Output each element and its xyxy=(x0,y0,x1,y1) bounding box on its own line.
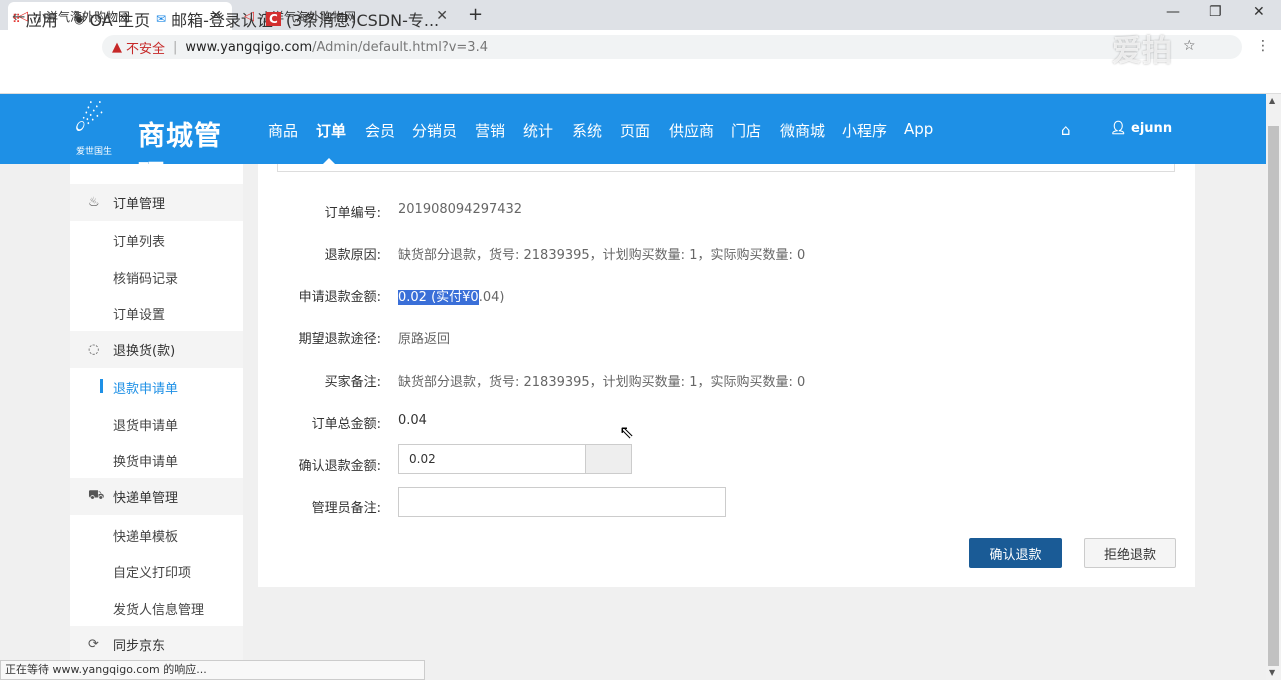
scrollbar-thumb[interactable] xyxy=(1268,126,1279,666)
star-icon[interactable]: ☆ xyxy=(1183,38,1196,54)
globe-icon: ◉ xyxy=(74,12,85,26)
confirm-refund-button[interactable]: 确认退款 xyxy=(969,538,1062,568)
sidebar-item-return-requests[interactable]: 退货申请单 xyxy=(113,415,178,434)
scroll-down-icon[interactable]: ▼ xyxy=(1269,668,1275,677)
amount-addon xyxy=(585,444,632,474)
bookmark-apps[interactable]: ⠿ 应用 xyxy=(12,7,58,31)
nav-orders[interactable]: 订单 xyxy=(316,120,346,141)
sidebar-item-exchange-requests[interactable]: 换货申请单 xyxy=(113,451,178,470)
nav-stores[interactable]: 门店 xyxy=(731,120,761,141)
mail-icon: ✉ xyxy=(156,12,167,26)
bookmark-label: 邮箱-登录认证 xyxy=(171,11,273,30)
watermark: 爱拍 xyxy=(1112,34,1172,69)
selected-text: 0.02 (实付¥0 xyxy=(398,290,479,305)
logo-sub: 爱世国生 xyxy=(76,147,113,157)
security-label: 不安全 xyxy=(126,41,166,57)
sidebar-group-label: 订单管理 xyxy=(113,197,166,212)
sidebar-group-label: 快递单管理 xyxy=(113,491,179,506)
warning-icon: ▲ xyxy=(112,39,122,55)
csdn-icon: C xyxy=(266,12,281,26)
sidebar-group-sync-jd[interactable]: ⟳ 同步京东 xyxy=(70,626,243,663)
active-indicator xyxy=(100,379,103,393)
new-tab-button[interactable]: + xyxy=(468,4,483,25)
bookmark-label: OA-主页 xyxy=(89,11,151,30)
nav-wechat-mall[interactable]: 微商城 xyxy=(780,120,825,141)
address-bar[interactable]: ▲ 不安全 | www.yangqigo.com/Admin/default.h… xyxy=(102,35,1242,59)
minimize-icon[interactable]: — xyxy=(1166,4,1180,20)
apply-amount-value: 0.02 (实付¥0.04) xyxy=(398,286,504,305)
panel-header-edge xyxy=(277,164,1175,172)
reason-value: 缺货部分退款，货号: 21839395，计划购买数量: 1，实际购买数量: 0 xyxy=(398,248,806,263)
divider: | xyxy=(173,39,178,55)
sidebar-item-verify-codes[interactable]: 核销码记录 xyxy=(113,268,178,287)
sidebar-item-custom-print[interactable]: 自定义打印项 xyxy=(113,562,191,581)
url-host: www.yangqigo.com xyxy=(185,39,313,55)
bookmark-csdn[interactable]: C (3条消息)CSDN-专... xyxy=(266,7,439,31)
buyer-note-value: 缺货部分退款，货号: 21839395，计划购买数量: 1，实际购买数量: 0 xyxy=(398,375,806,390)
scroll-up-icon[interactable]: ▲ xyxy=(1269,96,1275,105)
refund-route-label: 期望退款途径: xyxy=(298,332,381,347)
bookmark-label: (3条消息)CSDN-专... xyxy=(285,11,440,30)
refund-route-value: 原路返回 xyxy=(398,332,451,347)
user-menu[interactable]: 👤︎ ejunn xyxy=(1110,121,1172,136)
user-name: ejunn xyxy=(1131,121,1173,136)
buyer-note-label: 买家备注: xyxy=(324,375,381,390)
admin-note-input[interactable] xyxy=(398,487,726,517)
nav-pages[interactable]: 页面 xyxy=(620,120,650,141)
dragon-logo-icon: ☄ xyxy=(74,100,105,140)
nav-stats[interactable]: 统计 xyxy=(523,120,553,141)
total-value: 0.04 xyxy=(398,413,427,428)
bookmark-label: 应用 xyxy=(25,11,58,30)
bookmarks-bar xyxy=(0,64,1281,94)
total-label: 订单总金额: xyxy=(311,417,381,432)
reject-refund-button[interactable]: 拒绝退款 xyxy=(1084,538,1176,568)
apply-amount-label: 申请退款金额: xyxy=(298,290,381,305)
sidebar-group-order-management[interactable]: ♨ 订单管理 xyxy=(70,184,243,221)
reason-label: 退款原因: xyxy=(324,248,381,263)
nav-marketing[interactable]: 营销 xyxy=(475,120,505,141)
sidebar-item-order-settings[interactable]: 订单设置 xyxy=(113,304,165,323)
close-window-icon[interactable]: ✕ xyxy=(1253,4,1265,20)
logo[interactable]: ☄ 商城管理 爱世国生 xyxy=(74,100,244,191)
sidebar-item-order-list[interactable]: 订单列表 xyxy=(113,231,165,250)
sidebar-group-express[interactable]: ⛟ 快递单管理 xyxy=(70,478,243,515)
nav-distributors[interactable]: 分销员 xyxy=(412,120,457,141)
truck-icon: ⛟ xyxy=(88,488,105,503)
order-no-label: 订单编号: xyxy=(324,206,381,221)
nav-mini-program[interactable]: 小程序 xyxy=(842,120,887,141)
sync-icon: ⟳ xyxy=(88,637,99,652)
nav-suppliers[interactable]: 供应商 xyxy=(669,120,714,141)
bookmark-mail[interactable]: ✉ 邮箱-登录认证 xyxy=(156,7,273,31)
sidebar-item-sender-info[interactable]: 发货人信息管理 xyxy=(113,599,204,618)
sidebar-item-refund-requests[interactable]: 退款申请单 xyxy=(113,378,178,397)
nav-app[interactable]: App xyxy=(904,120,933,138)
confirm-amount-label: 确认退款金额: xyxy=(298,459,381,474)
admin-note-label: 管理员备注: xyxy=(311,501,381,516)
sidebar-item-express-templates[interactable]: 快递单模板 xyxy=(113,526,178,545)
apps-grid-icon: ⠿ xyxy=(12,12,21,26)
nav-system[interactable]: 系统 xyxy=(572,120,602,141)
nav-goods[interactable]: 商品 xyxy=(268,120,298,141)
url-path: /Admin/default.html?v=3.4 xyxy=(312,39,488,55)
basket-icon: ♨ xyxy=(88,195,100,210)
restore-icon[interactable]: ❐ xyxy=(1209,4,1222,20)
home-icon[interactable]: ⌂ xyxy=(1061,121,1071,139)
apply-amount-rest: .04) xyxy=(478,290,505,305)
menu-icon[interactable]: ⋮ xyxy=(1256,38,1270,54)
sidebar-group-label: 同步京东 xyxy=(113,639,166,654)
sidebar-group-returns[interactable]: ◌ 退换货(款) xyxy=(70,331,243,368)
bookmark-oa[interactable]: ◉ OA-主页 xyxy=(74,7,150,31)
order-no-value: 201908094297432 xyxy=(398,202,523,217)
mouse-cursor-icon: ⇖ xyxy=(619,422,635,443)
nav-members[interactable]: 会员 xyxy=(365,120,395,141)
refresh-icon: ◌ xyxy=(88,342,100,357)
status-bar: 正在等待 www.yangqigo.com 的响应... xyxy=(0,660,425,680)
user-icon: 👤︎ xyxy=(1110,121,1132,136)
sidebar-group-label: 退换货(款) xyxy=(113,344,176,359)
